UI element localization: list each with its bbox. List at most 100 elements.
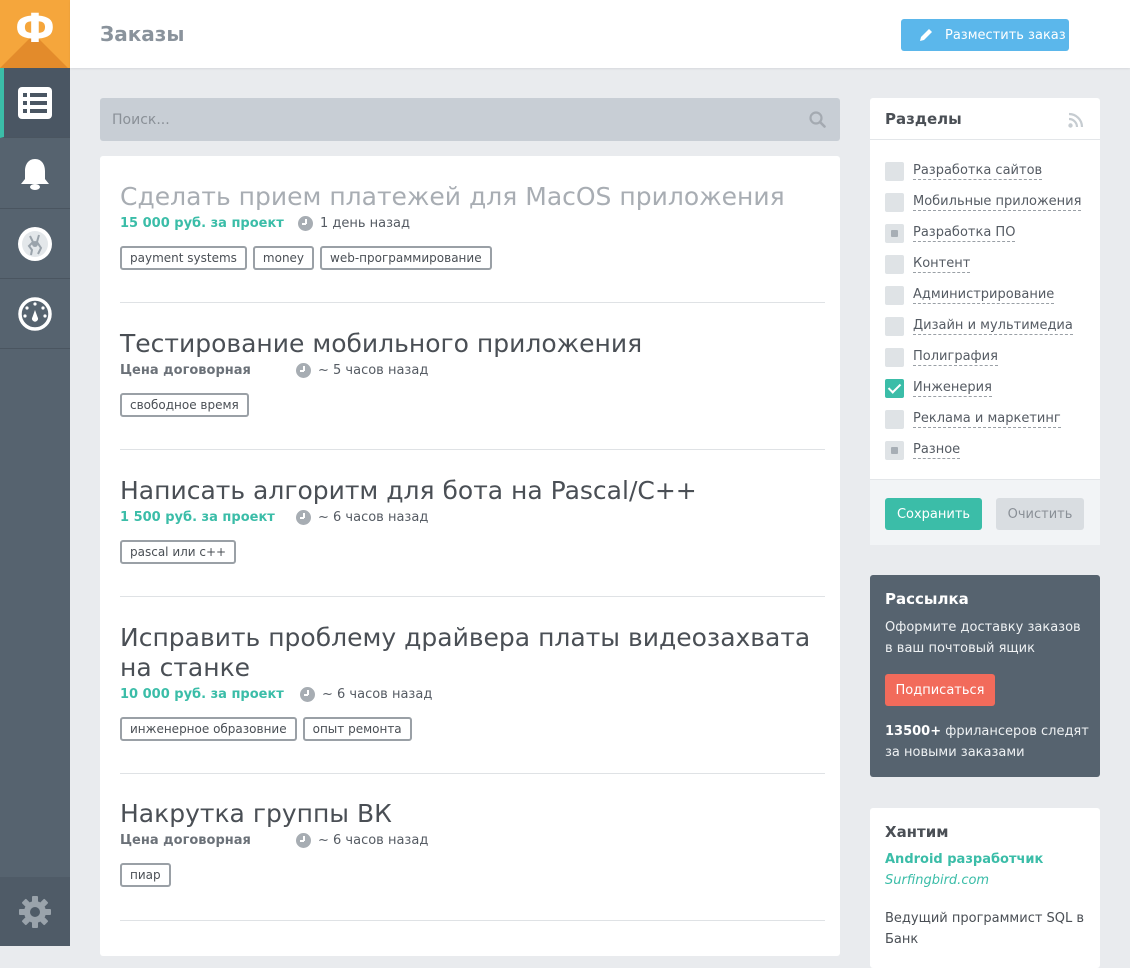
order-time-text: 1 день назад [320,216,411,231]
order-time-text: ~ 6 часов назад [318,833,429,848]
huntim-title: Хантим [885,823,949,841]
rss-icon[interactable] [1068,112,1084,128]
order-time: ~ 6 часов назад [296,833,428,848]
stat-number: 13500+ [885,724,942,739]
search-icon[interactable] [809,111,826,128]
search-bar [100,98,840,141]
place-order-button[interactable]: Разместить заказ [901,19,1069,51]
checkbox[interactable] [885,192,904,212]
clock-icon [296,510,311,525]
job-title-link[interactable]: Ведущий программист SQL в Банк [885,908,1090,950]
category-label: Дизайн и мультимедиа [913,317,1073,335]
divider [120,773,825,774]
nav-settings[interactable] [0,877,70,946]
category-label: Полиграфия [913,348,998,366]
order-price: Цена договорная [120,363,251,378]
job-title-link[interactable]: Android разработчик [885,852,1043,867]
category-engineering[interactable]: Инженерия [885,378,992,398]
checkbox[interactable] [885,409,904,429]
page-title: Заказы [100,22,185,46]
checkbox[interactable] [885,316,904,336]
logo[interactable]: Ф [0,0,70,68]
order-tag[interactable]: опыт ремонта [302,717,412,741]
save-button[interactable]: Сохранить [885,498,982,530]
category-print[interactable]: Полиграфия [885,347,998,367]
order-time: ~ 6 часов назад [300,687,432,702]
category-admin[interactable]: Администрирование [885,285,1055,305]
order-title[interactable]: Написать алгоритм для бота на Pascal/C++ [120,476,825,506]
category-label: Разработка ПО [913,224,1016,242]
pencil-icon [920,29,932,41]
order-price: Цена договорная [120,833,251,848]
order-price: 1 500 руб. за проект [120,510,275,525]
nav-notifications[interactable] [0,139,70,209]
checkbox[interactable] [885,440,904,460]
top-bar: Заказы Разместить заказ [70,0,1130,68]
divider [120,449,825,450]
category-label: Мобильные приложения [913,193,1082,211]
order-time-text: ~ 5 часов назад [318,363,429,378]
category-label: Инженерия [913,379,992,397]
order-tag[interactable]: пиар [120,863,171,887]
category-label: Разное [913,441,961,459]
order-item: Накрутка группы ВК Цена договорная ~ 6 ч… [120,799,825,887]
order-time: 1 день назад [298,216,410,231]
clock-icon [300,687,315,702]
category-label: Реклама и маркетинг [913,410,1061,428]
order-title-line: на станке [120,653,251,682]
huntim-panel: Хантим Android разработчик Surfingbird.c… [870,808,1100,968]
checkbox[interactable] [885,223,904,243]
newsletter-panel: Рассылка Оформите доставку заказов в ваш… [870,575,1100,777]
gear-icon [19,895,51,928]
category-marketing[interactable]: Реклама и маркетинг [885,409,1061,429]
subscribe-button[interactable]: Подписаться [885,674,995,706]
nav-orders[interactable] [0,68,70,138]
divider [870,139,1100,140]
checkbox[interactable] [885,285,904,305]
orders-list: Сделать прием платежей для MacOS приложе… [100,156,840,956]
order-item: Написать алгоритм для бота на Pascal/C++… [120,476,825,564]
category-misc[interactable]: Разное [885,440,961,460]
order-time: ~ 5 часов назад [296,363,428,378]
divider [120,596,825,597]
order-title[interactable]: Тестирование мобильного приложения [120,329,825,359]
order-tag[interactable]: web-программирование [320,246,492,270]
nav-dashboard[interactable] [0,279,70,349]
checkbox[interactable] [885,254,904,274]
newsletter-text: Оформите доставку заказов в ваш почтовый… [885,620,1081,656]
category-software[interactable]: Разработка ПО [885,223,1016,243]
newsletter-title: Рассылка [885,590,969,608]
checkbox[interactable] [885,161,904,181]
clock-icon [296,363,311,378]
nav-robot[interactable] [0,209,70,279]
checkbox[interactable] [885,347,904,367]
divider [120,302,825,303]
place-order-label: Разместить заказ [945,27,1066,43]
order-title[interactable]: Накрутка группы ВК [120,799,825,829]
checkbox[interactable] [885,378,904,398]
category-label: Администрирование [913,286,1055,304]
order-tag[interactable]: money [252,246,315,270]
clear-button[interactable]: Очистить [996,498,1084,530]
category-design[interactable]: Дизайн и мультимедиа [885,316,1073,336]
order-time-text: ~ 6 часов назад [322,687,433,702]
order-title[interactable]: Сделать прием платежей для MacOS приложе… [120,182,825,212]
logo-glyph: Ф [15,6,55,52]
category-mobile[interactable]: Мобильные приложения [885,192,1082,212]
order-price: 10 000 руб. за проект [120,687,284,702]
order-tag[interactable]: свободное время [120,393,249,417]
sections-panel: Разделы Разработка сайтов Мобильные прил… [870,98,1100,545]
order-item: Исправить проблему драйвера платы видеоз… [120,623,825,741]
order-item: Сделать прием платежей для MacOS приложе… [120,182,825,270]
dashboard-icon [18,296,52,331]
order-tag[interactable]: pascal или c++ [120,540,237,564]
search-input[interactable] [110,109,790,131]
category-content[interactable]: Контент [885,254,971,274]
order-tag[interactable]: инженерное образовние [120,717,297,741]
job-company-link[interactable]: Surfingbird.com [885,873,989,888]
order-tag[interactable]: payment systems [120,246,247,270]
category-web[interactable]: Разработка сайтов [885,161,1043,181]
order-title[interactable]: Исправить проблему драйвера платы видеоз… [120,623,825,683]
robot-icon [18,226,52,261]
newsletter-stat: 13500+ фрилансеров следят за новыми зака… [885,721,1090,763]
